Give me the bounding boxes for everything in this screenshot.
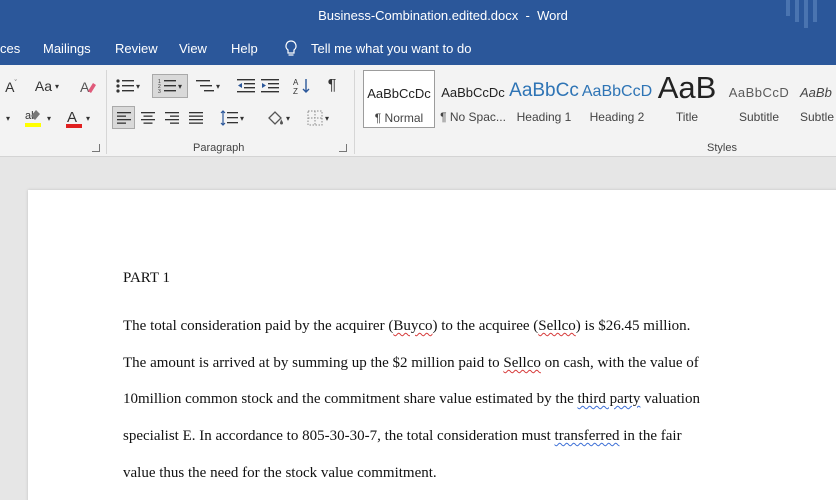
text-run: ) is $26.45 million.	[575, 318, 691, 334]
section-heading: PART 1	[123, 270, 171, 286]
window-title: Business-Combination.edited.docx - Word	[0, 8, 836, 23]
grammar-flagged-phrase: transferred	[554, 428, 620, 444]
paragraph-line: value thus the need for the stock value …	[123, 465, 437, 481]
text-run: ) to the acquiree (	[432, 318, 539, 334]
style-name: Title	[675, 110, 699, 124]
tab-mailings[interactable]: Mailings	[43, 41, 91, 56]
font-color-button[interactable]: A ▾	[60, 107, 94, 129]
align-left-button[interactable]	[112, 106, 135, 129]
clear-formatting-icon[interactable]: A	[78, 77, 98, 97]
paragraph-line: 10million common stock and the commitmen…	[123, 391, 700, 408]
text-run: specialist E. In accordance to 805-30-30…	[123, 428, 555, 444]
group-separator	[354, 70, 355, 154]
spellcheck-flagged-word: Buyco	[393, 318, 433, 334]
text-run: on cash, with the value of	[540, 355, 699, 371]
app-name: Word	[537, 8, 568, 23]
style-no-spacing[interactable]: AaBbCcDc ¶ No Spac...	[437, 70, 509, 128]
sort-icon[interactable]: AZ	[292, 75, 312, 97]
change-case-glyph: Aa	[34, 78, 53, 94]
document-page[interactable]: PART 1 The total consideration paid by t…	[28, 190, 836, 500]
style-title[interactable]: AaB Title	[651, 70, 723, 128]
paragraph-line: specialist E. In accordance to 805-30-30…	[123, 428, 682, 445]
style-name: Heading 2	[589, 110, 645, 124]
svg-text:Z: Z	[293, 87, 298, 95]
styles-gallery: AaBbCcDc ¶ Normal AaBbCcDc ¶ No Spac... …	[362, 68, 836, 130]
tab-view[interactable]: View	[179, 41, 207, 56]
multilevel-list-button[interactable]: ▾	[192, 75, 224, 97]
shrink-font-button[interactable]: Aˇ	[2, 78, 20, 96]
ribbon-tabs: ces Mailings Review View Help Tell me wh…	[0, 33, 836, 65]
style-subtle[interactable]: AaBb Subtle	[796, 70, 836, 128]
borders-button[interactable]: ▾	[302, 107, 334, 129]
style-heading-2[interactable]: AaBbCcD Heading 2	[581, 70, 653, 128]
tab-references[interactable]: ces	[0, 41, 20, 56]
style-sample: AaBbCcD	[581, 83, 653, 100]
pilcrow-glyph: ¶	[327, 77, 337, 94]
font-dialog-launcher[interactable]	[92, 144, 100, 152]
tell-me-search[interactable]: Tell me what you want to do	[311, 41, 471, 56]
font-color-glyph: A	[67, 109, 77, 126]
line-spacing-button[interactable]: ▾	[216, 107, 248, 129]
title-separator: -	[525, 8, 530, 23]
paragraph-group-label: Paragraph	[193, 142, 245, 154]
lightbulb-icon[interactable]	[284, 40, 298, 61]
style-sample: AaBbCc	[509, 80, 579, 101]
font-chevron-icon[interactable]: ▾	[2, 109, 14, 127]
svg-text:A: A	[293, 78, 299, 87]
svg-text:3: 3	[158, 89, 161, 94]
style-sample: AaBbCcD	[728, 85, 790, 100]
increase-indent-icon[interactable]	[260, 75, 280, 97]
style-name: ¶ Normal	[374, 111, 424, 125]
tab-help[interactable]: Help	[231, 41, 258, 56]
ribbon: Aˇ Aa▾ A ▾ ab ▾ A ▾ ▾ 123 ▾ ▾ AZ ¶	[0, 65, 836, 157]
document-canvas[interactable]: PART 1 The total consideration paid by t…	[0, 157, 836, 500]
text-run: 10million common stock and the commitmen…	[123, 391, 578, 407]
group-separator	[106, 70, 107, 154]
show-formatting-marks-button[interactable]: ¶	[322, 75, 342, 97]
document-name: Business-Combination.edited.docx	[318, 8, 519, 23]
style-name: Heading 1	[516, 110, 572, 124]
style-name: Subtle	[800, 110, 835, 124]
change-case-button[interactable]: Aa ▾	[32, 77, 62, 95]
text-run: valuation	[640, 391, 700, 407]
paragraph-dialog-launcher[interactable]	[339, 144, 347, 152]
svg-text:A: A	[80, 79, 90, 95]
style-sample: AaBb	[800, 85, 832, 100]
decrease-indent-icon[interactable]	[236, 75, 256, 97]
style-sample: AaBbCcDc	[441, 85, 505, 100]
shading-button[interactable]: ▾	[262, 107, 294, 129]
text-run: The total consideration paid by the acqu…	[123, 318, 394, 334]
grammar-flagged-phrase: third party	[577, 391, 641, 407]
style-heading-1[interactable]: AaBbCc Heading 1	[508, 70, 580, 128]
shrink-font-glyph: A	[5, 79, 15, 95]
text-run: in the fair	[619, 428, 682, 444]
tab-review[interactable]: Review	[115, 41, 158, 56]
styles-group-label: Styles	[707, 142, 737, 154]
highlight-color-button[interactable]: ab ▾	[22, 107, 52, 129]
style-subtitle[interactable]: AaBbCcD Subtitle	[723, 70, 795, 128]
align-center-button[interactable]	[138, 107, 158, 129]
style-name: ¶ No Spac...	[440, 110, 506, 124]
style-normal[interactable]: AaBbCcDc ¶ Normal	[363, 70, 435, 128]
spellcheck-flagged-word: Sellco	[538, 318, 576, 334]
style-sample: AaB	[657, 70, 717, 105]
title-bar: Business-Combination.edited.docx - Word	[0, 0, 836, 33]
style-name: Subtitle	[738, 110, 780, 124]
paragraph-line: The total consideration paid by the acqu…	[123, 318, 690, 335]
text-run: The amount is arrived at by summing up t…	[123, 355, 504, 371]
bullets-button[interactable]: ▾	[114, 75, 142, 97]
justify-button[interactable]	[186, 107, 206, 129]
numbering-button[interactable]: 123 ▾	[152, 74, 188, 98]
paragraph-line: The amount is arrived at by summing up t…	[123, 355, 699, 372]
style-sample: AaBbCcDc	[367, 86, 431, 101]
align-right-button[interactable]	[162, 107, 182, 129]
spellcheck-flagged-word: Sellco	[503, 355, 541, 371]
